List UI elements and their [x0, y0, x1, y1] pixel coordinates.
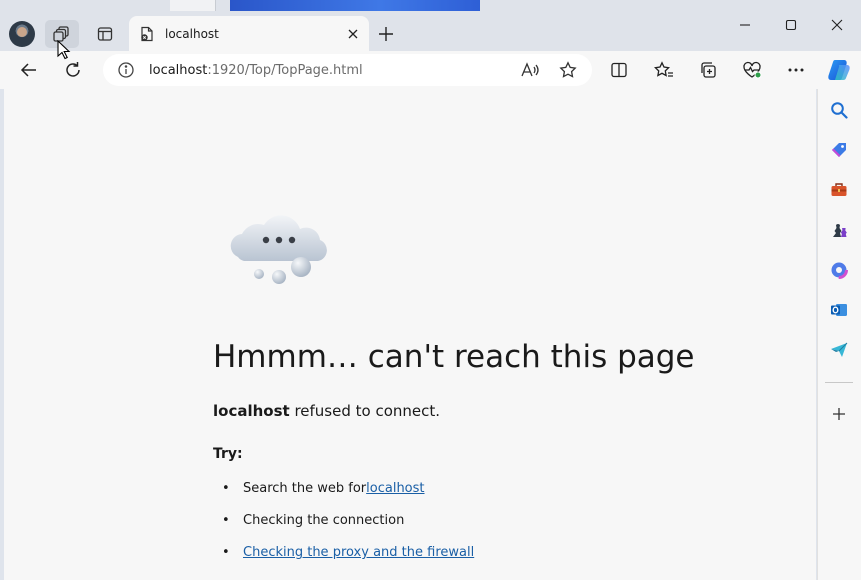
page-error-icon — [141, 26, 153, 41]
plus-icon — [379, 27, 393, 41]
toolbox-icon — [831, 183, 847, 196]
split-screen-button[interactable] — [604, 55, 634, 85]
tab-localhost[interactable]: localhost — [129, 16, 369, 51]
close-window-button[interactable] — [814, 10, 860, 40]
collections-button[interactable] — [693, 55, 723, 85]
profile-avatar[interactable] — [9, 21, 35, 47]
close-icon — [348, 29, 358, 38]
maximize-icon — [785, 19, 797, 31]
bullet: • — [222, 545, 230, 560]
cloud-illustration-icon — [230, 215, 327, 284]
url-path: :1920/Top/TopPage.html — [207, 62, 363, 78]
games-icon — [833, 224, 847, 237]
sidebar-add-button[interactable] — [828, 403, 850, 425]
suggestion-search-web: • Search the web for localhost — [222, 481, 425, 496]
read-aloud-button[interactable] — [516, 56, 544, 84]
settings-and-more-button[interactable] — [781, 55, 811, 85]
copilot-button[interactable] — [823, 54, 855, 86]
maximize-button[interactable] — [768, 10, 814, 40]
arrow-left-icon — [20, 63, 36, 77]
background-window-peek — [170, 0, 216, 11]
split-screen-icon — [611, 62, 627, 78]
sidebar-games-button[interactable] — [828, 219, 850, 241]
check-proxy-firewall-link[interactable]: Checking the proxy and the firewall — [243, 545, 474, 560]
refresh-icon — [66, 62, 80, 77]
desktop-wallpaper-peek — [230, 0, 480, 11]
copilot-icon — [828, 60, 850, 80]
suggestion-check-proxy: • Checking the proxy and the firewall — [222, 545, 474, 560]
tab-actions-button[interactable] — [90, 20, 120, 48]
info-icon[interactable] — [117, 61, 135, 79]
add-favorite-button[interactable] — [554, 56, 582, 84]
try-label: Try: — [213, 446, 243, 462]
heart-pulse-icon — [743, 61, 762, 79]
address-bar[interactable]: localhost:1920/Top/TopPage.html — [103, 54, 592, 86]
search-icon — [831, 102, 848, 119]
error-headline: Hmmm… can't reach this page — [213, 339, 695, 375]
error-page: Hmmm… can't reach this page localhost re… — [4, 89, 816, 580]
microsoft365-icon — [830, 261, 848, 279]
check-connection-text: Checking the connection — [243, 513, 405, 528]
shopping-tag-icon — [832, 143, 846, 157]
back-button[interactable] — [14, 55, 44, 85]
search-prefix: Search the web for — [243, 481, 367, 496]
url-host: localhost — [149, 62, 208, 78]
tab-title: localhost — [165, 26, 219, 41]
sidebar-outlook-button[interactable] — [828, 299, 850, 321]
suggestion-check-connection: • Checking the connection — [222, 513, 404, 528]
favorites-button[interactable] — [649, 55, 679, 85]
sidebar-microsoft365-button[interactable] — [828, 259, 850, 281]
outlook-icon — [831, 304, 847, 316]
minimize-button[interactable] — [722, 10, 768, 40]
more-horizontal-icon — [788, 68, 804, 72]
title-bar: localhost — [0, 0, 861, 51]
bullet: • — [222, 513, 230, 528]
edge-sidebar — [817, 89, 861, 580]
new-tab-button[interactable] — [372, 21, 400, 47]
sidebar-divider — [825, 382, 853, 383]
minimize-icon — [740, 24, 750, 26]
sidebar-search-button[interactable] — [828, 99, 850, 121]
favorites-star-list-icon — [654, 61, 673, 77]
vertical-tabs-icon — [97, 27, 113, 41]
add-icon — [833, 408, 845, 420]
url-text[interactable]: localhost:1920/Top/TopPage.html — [149, 63, 516, 78]
sidebar-shopping-button[interactable] — [828, 139, 850, 161]
sidebar-send-button[interactable] — [828, 339, 850, 361]
tab-close-button[interactable] — [343, 24, 363, 44]
refused-suffix: refused to connect. — [289, 402, 441, 420]
star-icon — [559, 61, 577, 78]
read-aloud-icon — [521, 62, 539, 77]
mouse-cursor-icon — [57, 40, 71, 60]
browser-essentials-button[interactable] — [737, 55, 767, 85]
bullet: • — [222, 481, 230, 496]
refused-host: localhost — [213, 402, 290, 420]
collections-icon — [701, 62, 716, 78]
refused-message: localhost refused to connect. — [213, 402, 440, 420]
navigation-toolbar: localhost:1920/Top/TopPage.html — [0, 51, 861, 89]
search-web-link[interactable]: localhost — [366, 481, 424, 496]
close-icon — [831, 19, 843, 31]
sidebar-tools-button[interactable] — [828, 179, 850, 201]
send-icon — [831, 342, 848, 357]
